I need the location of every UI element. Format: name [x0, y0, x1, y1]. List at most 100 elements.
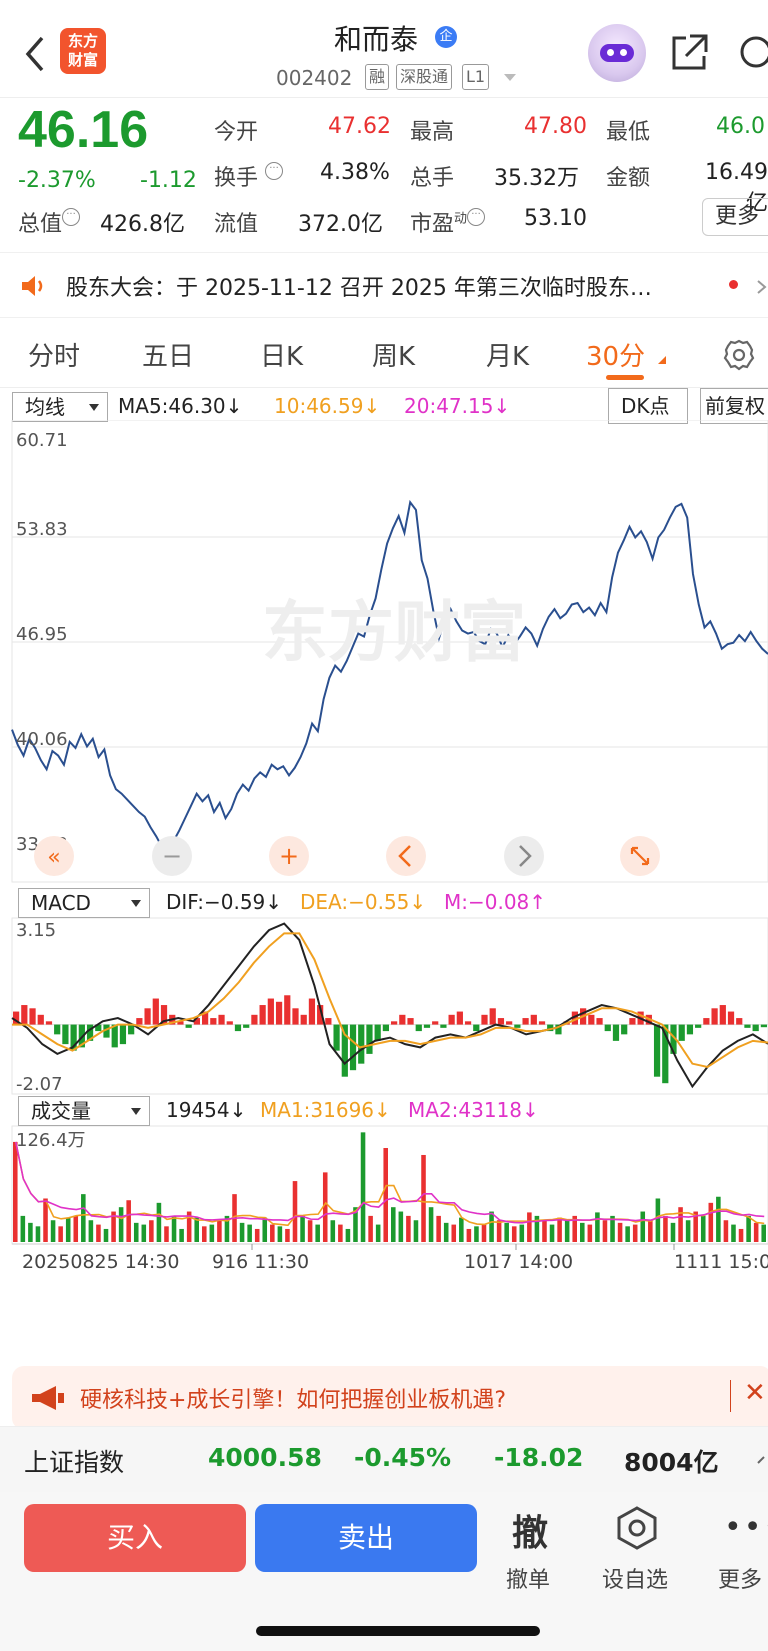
code-dropdown-icon[interactable] — [504, 74, 516, 81]
info-dots-icon[interactable]: ··· — [265, 162, 284, 180]
index-value: 4000.58 — [208, 1443, 322, 1472]
tab-five-day[interactable]: 五日 — [142, 336, 194, 373]
m-readout: M:−0.08↑ — [444, 890, 547, 914]
volume-bar — [360, 1132, 366, 1242]
app-logo: 东方 财富 — [60, 28, 106, 74]
buy-button[interactable]: 买入 — [24, 1504, 246, 1572]
volume-bar — [746, 1215, 751, 1242]
sell-button[interactable]: 卖出 — [255, 1504, 477, 1572]
macd-bar — [325, 1018, 332, 1025]
assistant-robot-icon[interactable] — [588, 24, 646, 82]
back-arrow-icon[interactable] — [22, 34, 50, 74]
macd-bar — [588, 1014, 595, 1025]
volume-bar — [474, 1226, 479, 1242]
macd-bar — [481, 1014, 488, 1025]
volume-bar — [738, 1228, 744, 1242]
macd-bar — [473, 1024, 480, 1032]
volume-chart-area[interactable]: 126.4万 — [11, 1125, 768, 1245]
promo-banner[interactable]: 硬核科技+成长引擎！如何把握创业板机遇? ✕ — [12, 1366, 768, 1430]
macd-bar — [432, 1021, 439, 1025]
chevron-up-icon[interactable] — [756, 1455, 768, 1465]
macd-bar — [604, 1024, 611, 1032]
turnover-value: 4.38% — [320, 160, 390, 185]
volume-bar — [557, 1217, 562, 1242]
pan-left-button[interactable] — [386, 836, 426, 876]
price-tick-label: 60.71 — [16, 430, 68, 451]
volume-bar — [262, 1217, 268, 1242]
search-icon[interactable] — [736, 32, 768, 74]
dk-point-toggle[interactable]: DK点 — [608, 388, 688, 424]
volume-bar — [632, 1224, 638, 1242]
volume-bar — [466, 1228, 472, 1242]
add-watchlist-icon[interactable] — [616, 1506, 658, 1550]
logo-line2: 财富 — [67, 51, 98, 69]
more-dots-icon[interactable]: ••• — [724, 1510, 768, 1545]
cancel-order-icon[interactable]: 撤 — [512, 1504, 548, 1556]
volume-bar — [345, 1228, 351, 1242]
volume-bar — [164, 1226, 169, 1242]
settings-gear-icon[interactable] — [722, 338, 756, 372]
volume-bar — [459, 1217, 464, 1242]
close-icon[interactable]: ✕ — [744, 1378, 766, 1408]
macd-bar — [111, 1024, 118, 1048]
main-indicator-select[interactable]: 均线 — [12, 392, 108, 422]
info-dots-icon[interactable]: ··· — [467, 208, 486, 226]
stock-name: 和而泰 — [334, 23, 419, 56]
volume-bar — [700, 1215, 706, 1242]
volume-bar — [375, 1224, 381, 1242]
macd-bar — [210, 1018, 217, 1025]
watermark: 东方财富 — [262, 594, 526, 671]
connect-tag: 深股通 — [396, 64, 453, 90]
notice-bar[interactable]: 股东大会：于 2025-11-12 召开 2025 年第三次临时股东… — [0, 252, 768, 318]
tab-weekly-k[interactable]: 周K — [372, 336, 415, 373]
add-watchlist-label[interactable]: 设自选 — [602, 1562, 668, 1594]
macd-tick-label: 3.15 — [16, 920, 56, 941]
volume-bar — [133, 1222, 139, 1242]
volume-bar — [202, 1226, 207, 1242]
volume-bar — [156, 1202, 162, 1242]
volume-bar — [28, 1222, 33, 1242]
adjust-select[interactable]: 前复权 — [700, 388, 768, 424]
volume-bar — [391, 1207, 396, 1242]
index-pct: -0.45% — [354, 1443, 452, 1472]
macd-bar — [686, 1024, 694, 1035]
tab-monthly-k[interactable]: 月K — [486, 336, 529, 373]
action-bar: 买入 卖出 撤 撤单 设自选 ••• 更多 — [0, 1492, 768, 1651]
volume-value: 35.32万 — [494, 166, 579, 191]
volume-bar — [141, 1224, 147, 1242]
volume-bar — [761, 1224, 766, 1242]
cancel-order-label[interactable]: 撤单 — [506, 1562, 550, 1594]
tab-intraday[interactable]: 分时 — [28, 336, 80, 373]
tab-daily-k[interactable]: 日K — [260, 336, 303, 373]
more-button[interactable]: 更多 — [702, 198, 768, 236]
volume-bar — [602, 1220, 608, 1242]
megaphone-icon — [32, 1386, 64, 1410]
macd-bar — [243, 1024, 250, 1028]
volume-indicator-select[interactable]: 成交量 — [18, 1096, 150, 1126]
volume-bar — [708, 1202, 714, 1242]
ma5-readout: MA5:46.30↓ — [118, 394, 243, 418]
more-label[interactable]: 更多 — [718, 1562, 762, 1594]
volume-bar — [209, 1224, 215, 1242]
index-ticker[interactable]: 上证指数 4000.58 -0.45% -18.02 8004亿 — [0, 1426, 768, 1492]
volume-bar — [194, 1217, 199, 1242]
volume-bar — [73, 1215, 79, 1242]
volume-bar — [58, 1226, 63, 1242]
volume-bar — [406, 1215, 411, 1242]
macd-chart-area[interactable]: 3.15 -2.07 — [11, 917, 768, 1095]
macd-bar — [136, 1018, 143, 1025]
macd-bar — [596, 1018, 603, 1025]
macd-bar — [349, 1024, 357, 1071]
share-icon[interactable] — [668, 32, 710, 74]
macd-indicator-select[interactable]: MACD — [18, 888, 150, 918]
pan-right-button[interactable] — [504, 836, 544, 876]
macd-tick-label: -2.07 — [16, 1074, 63, 1095]
volume-readout: 19454↓ — [166, 1098, 247, 1122]
chevron-right-icon[interactable] — [756, 279, 768, 295]
pe-value: 53.10 — [524, 206, 587, 231]
macd-bar — [234, 1024, 242, 1032]
tab-30min[interactable]: 30分 — [586, 336, 645, 373]
macd-bar — [407, 1018, 414, 1025]
macd-bar — [275, 1001, 283, 1025]
info-dots-icon[interactable]: ··· — [62, 208, 81, 226]
